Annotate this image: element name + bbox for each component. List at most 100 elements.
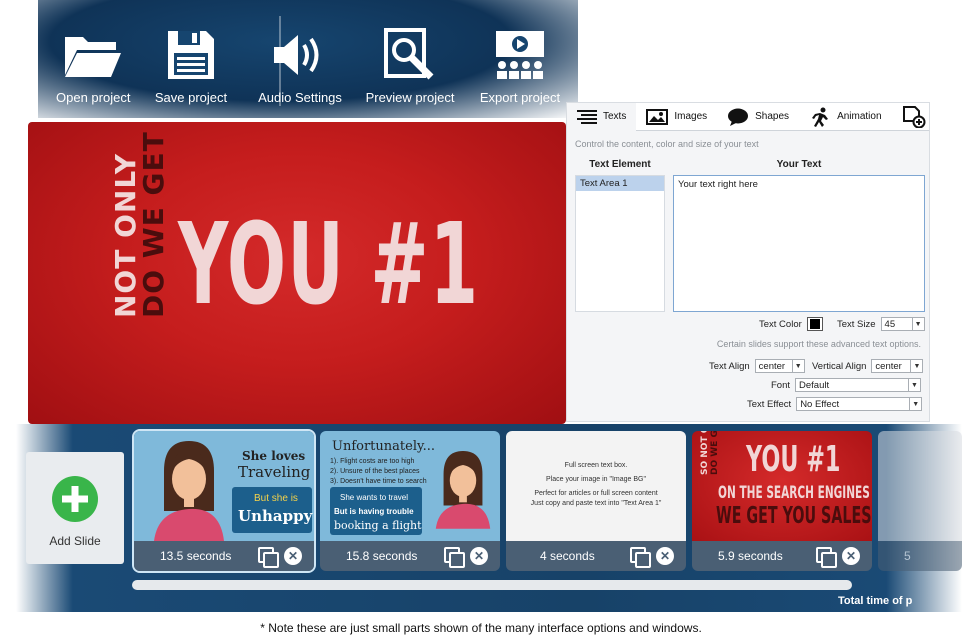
text-element-list: Text Area 1 bbox=[575, 175, 665, 312]
slide-footer: 4 seconds ✕ bbox=[506, 541, 686, 571]
preview-big-text: YOU #1 bbox=[178, 200, 480, 330]
save-project-button[interactable]: Save project bbox=[154, 26, 228, 105]
running-man-icon bbox=[812, 107, 829, 127]
slide2-line4: booking a flight bbox=[334, 519, 422, 532]
duplicate-icon[interactable] bbox=[630, 547, 651, 568]
your-text-input[interactable]: Your text right here bbox=[673, 175, 925, 312]
tab-animation[interactable]: Animation bbox=[799, 103, 891, 131]
text-effect-row: Text Effect No Effect ▼ bbox=[747, 397, 923, 411]
open-project-button[interactable]: Open project bbox=[56, 26, 130, 105]
text-size-select[interactable]: 45 ▼ bbox=[880, 317, 925, 331]
slide-card[interactable]: 5 bbox=[878, 431, 962, 571]
slide-footer: 15.8 seconds ✕ bbox=[320, 541, 500, 571]
panel-hint: Control the content, color and size of y… bbox=[575, 139, 759, 149]
slide4-line2: ON THE SEARCH ENGINES bbox=[718, 483, 870, 503]
delete-icon[interactable]: ✕ bbox=[842, 547, 860, 565]
duplicate-icon[interactable] bbox=[816, 547, 837, 568]
text-size-row: Text Size 45 ▼ bbox=[837, 317, 925, 331]
slide3-line: Perfect for articles or full screen cont… bbox=[534, 490, 658, 497]
text-element-item[interactable]: Text Area 1 bbox=[576, 176, 664, 191]
panel-tabs: Texts Images Shapes Animation bbox=[567, 102, 929, 131]
vertical-align-label: Vertical Align bbox=[812, 360, 867, 372]
image-icon bbox=[646, 108, 669, 125]
footnote: * Note these are just small parts shown … bbox=[260, 621, 702, 635]
preview-small-line2: DO WE GET bbox=[137, 131, 170, 318]
text-color-picker[interactable] bbox=[806, 317, 823, 331]
slide-duration: 13.5 seconds bbox=[160, 549, 232, 563]
slide-thumbnail: SO NOT ONLY DO WE GET YOU #1 ON THE SEAR… bbox=[692, 431, 872, 541]
preview-small-text: NOT ONLY DO WE GET bbox=[109, 131, 170, 318]
slide-card[interactable]: Full screen text box. Place your image i… bbox=[506, 431, 686, 571]
text-effect-label: Text Effect bbox=[747, 398, 792, 410]
dropdown-arrow-icon: ▼ bbox=[910, 360, 922, 372]
duplicate-icon[interactable] bbox=[258, 547, 279, 568]
slide4-small-line: DO WE GET bbox=[710, 431, 720, 475]
woman-illustration bbox=[435, 451, 491, 529]
dropdown-arrow-icon: ▼ bbox=[909, 398, 921, 410]
slide2-list-item: 3). Doesn't have time to search bbox=[330, 478, 427, 485]
vertical-align-select[interactable]: center ▼ bbox=[871, 359, 924, 373]
delete-icon[interactable]: ✕ bbox=[284, 547, 302, 565]
font-row: Font Default ▼ bbox=[771, 378, 922, 392]
text-element-header: Text Element bbox=[589, 159, 651, 170]
audio-settings-button[interactable]: Audio Settings bbox=[258, 26, 342, 105]
slide-thumbnail: Unfortunately... 1). Flight costs are to… bbox=[320, 431, 500, 541]
slide-footer: 13.5 seconds ✕ bbox=[134, 541, 314, 571]
slide4-big: YOU #1 bbox=[746, 439, 841, 480]
slide3-line: Full screen text box. bbox=[564, 462, 628, 469]
text-color-label: Text Color bbox=[759, 318, 802, 330]
slide2-line2: She wants to travel bbox=[340, 493, 409, 502]
slide-preview-canvas[interactable]: NOT ONLY DO WE GET YOU #1 bbox=[28, 122, 566, 424]
slide-card[interactable]: Unfortunately... 1). Flight costs are to… bbox=[320, 431, 500, 571]
slide2-title: Unfortunately... bbox=[332, 439, 435, 454]
slide3-line: Place your image in "Image BG" bbox=[546, 476, 646, 483]
tab-texts-label: Texts bbox=[603, 111, 627, 122]
slide-duration: 15.8 seconds bbox=[346, 549, 418, 563]
preview-small-line1: NOT ONLY bbox=[109, 152, 142, 318]
slide1-line2: Traveling bbox=[238, 463, 311, 481]
duplicate-icon[interactable] bbox=[444, 547, 465, 568]
add-media-button[interactable] bbox=[892, 103, 936, 131]
slide-footer: 5.9 seconds ✕ bbox=[692, 541, 872, 571]
slide3-text: Full screen text box. Place your image i… bbox=[506, 461, 686, 509]
add-slide-label: Add Slide bbox=[49, 534, 101, 548]
plus-icon bbox=[52, 476, 98, 522]
font-select[interactable]: Default ▼ bbox=[795, 378, 922, 392]
delete-icon[interactable]: ✕ bbox=[470, 547, 488, 565]
add-slide-button[interactable]: Add Slide bbox=[26, 452, 124, 564]
text-align-value: center bbox=[758, 360, 786, 372]
advanced-options-note: Certain slides support these advanced te… bbox=[716, 339, 921, 349]
slide1-line3: But she is bbox=[254, 493, 298, 504]
export-project-button[interactable]: Export project bbox=[478, 26, 562, 105]
tab-shapes-label: Shapes bbox=[755, 111, 790, 122]
slide-thumbnail: She loves Traveling But she is Unhappy bbox=[134, 431, 314, 541]
tab-images[interactable]: Images bbox=[636, 103, 717, 131]
slide2-list-item: 1). Flight costs are too high bbox=[330, 458, 415, 465]
text-effect-select[interactable]: No Effect ▼ bbox=[796, 397, 923, 411]
tab-shapes[interactable]: Shapes bbox=[717, 103, 799, 131]
export-project-label: Export project bbox=[479, 90, 561, 105]
top-toolbar: Open project Save project Audio Settings… bbox=[38, 0, 578, 118]
slide-thumbnail: Full screen text box. Place your image i… bbox=[506, 431, 686, 541]
color-swatch bbox=[809, 319, 820, 329]
slide2-list: 1). Flight costs are too high 2). Unsure… bbox=[330, 457, 427, 487]
slide-duration: 4 seconds bbox=[540, 549, 595, 563]
preview-project-button[interactable]: Preview project bbox=[364, 26, 456, 105]
speaker-icon bbox=[258, 26, 342, 84]
tab-texts[interactable]: Texts bbox=[567, 102, 637, 131]
text-lines-icon bbox=[577, 109, 597, 124]
speech-bubble-icon bbox=[728, 108, 749, 126]
slide-card[interactable]: SO NOT ONLY DO WE GET YOU #1 ON THE SEAR… bbox=[692, 431, 872, 571]
vertical-align-value: center bbox=[875, 360, 902, 372]
slide3-line: Just copy and paste text into "Text Area… bbox=[530, 500, 662, 507]
timeline-scrollbar[interactable] bbox=[132, 580, 852, 590]
font-label: Font bbox=[771, 379, 791, 391]
delete-icon[interactable]: ✕ bbox=[656, 547, 674, 565]
text-align-select[interactable]: center ▼ bbox=[754, 359, 805, 373]
tab-images-label: Images bbox=[674, 111, 708, 122]
your-text-header: Your Text bbox=[776, 159, 822, 170]
slide-duration: 5 bbox=[904, 549, 911, 563]
add-document-icon bbox=[902, 105, 926, 128]
slide-card[interactable]: She loves Traveling But she is Unhappy 1… bbox=[134, 431, 314, 571]
dropdown-arrow-icon: ▼ bbox=[791, 360, 804, 372]
